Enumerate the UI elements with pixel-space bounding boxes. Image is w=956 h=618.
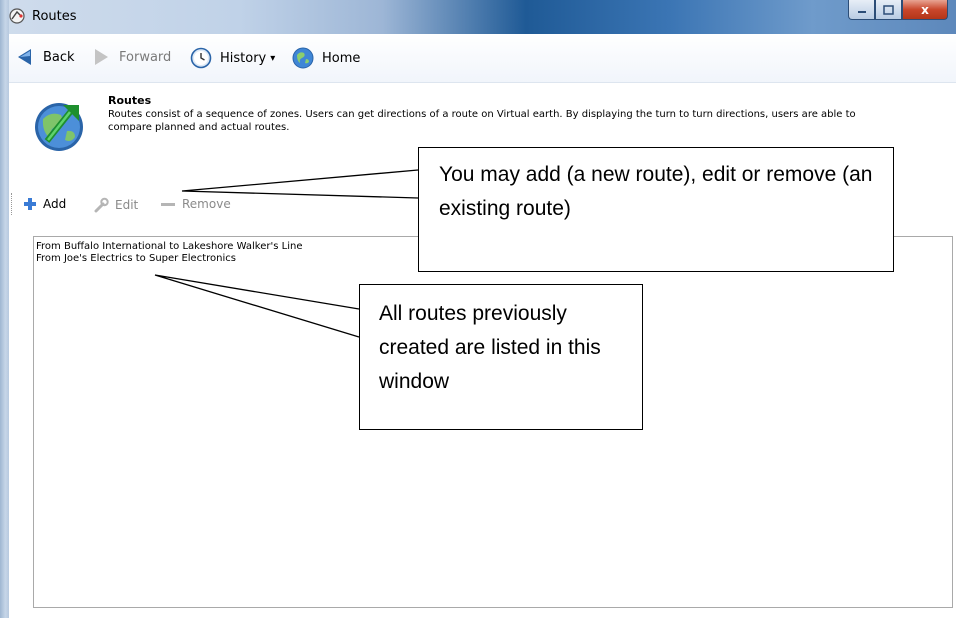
home-label: Home bbox=[322, 50, 361, 66]
maximize-button[interactable] bbox=[875, 0, 902, 20]
close-icon: x bbox=[921, 2, 929, 17]
window-controls: x bbox=[848, 0, 948, 22]
back-label: Back bbox=[43, 49, 75, 65]
minus-icon bbox=[161, 203, 175, 206]
minimize-icon bbox=[857, 10, 866, 13]
routes-icon bbox=[9, 8, 25, 24]
maximize-icon bbox=[883, 4, 894, 15]
window-title: Routes bbox=[32, 9, 77, 24]
route-globe-icon bbox=[35, 103, 83, 151]
close-button[interactable]: x bbox=[902, 0, 948, 20]
globe-home-icon bbox=[292, 47, 314, 69]
history-label: History bbox=[220, 50, 267, 66]
home-button[interactable]: Home bbox=[292, 47, 360, 69]
navigation-bar: Back Forward History ▾ Home bbox=[9, 34, 956, 83]
edit-button[interactable]: Edit bbox=[93, 197, 138, 213]
history-button[interactable]: History ▾ bbox=[190, 47, 275, 69]
info-title: Routes bbox=[108, 94, 152, 107]
toolbar-grip[interactable] bbox=[11, 193, 15, 215]
info-description: Routes consist of a sequence of zones. U… bbox=[108, 109, 856, 133]
forward-label: Forward bbox=[119, 49, 172, 65]
list-callout: All routes previously created are listed… bbox=[359, 284, 643, 430]
remove-label: Remove bbox=[182, 197, 231, 211]
window-left-border bbox=[0, 0, 9, 618]
clock-icon bbox=[190, 47, 212, 69]
forward-button[interactable]: Forward bbox=[91, 47, 171, 67]
plus-icon bbox=[24, 198, 36, 210]
title-bar[interactable]: Routes x bbox=[0, 0, 956, 34]
add-label: Add bbox=[43, 197, 67, 211]
minimize-button[interactable] bbox=[848, 0, 875, 20]
edit-label: Edit bbox=[115, 198, 139, 212]
remove-button[interactable]: Remove bbox=[160, 197, 231, 211]
back-arrow-icon bbox=[18, 49, 31, 65]
forward-arrow-icon bbox=[95, 49, 108, 65]
wrench-icon bbox=[94, 197, 109, 213]
toolbar-callout: You may add (a new route), edit or remov… bbox=[418, 147, 894, 272]
chevron-down-icon: ▾ bbox=[270, 52, 276, 64]
routes-window: Routes x Back Forward History ▾ Home Rou… bbox=[0, 0, 956, 618]
add-button[interactable]: Add bbox=[23, 197, 66, 211]
back-button[interactable]: Back bbox=[15, 47, 75, 67]
